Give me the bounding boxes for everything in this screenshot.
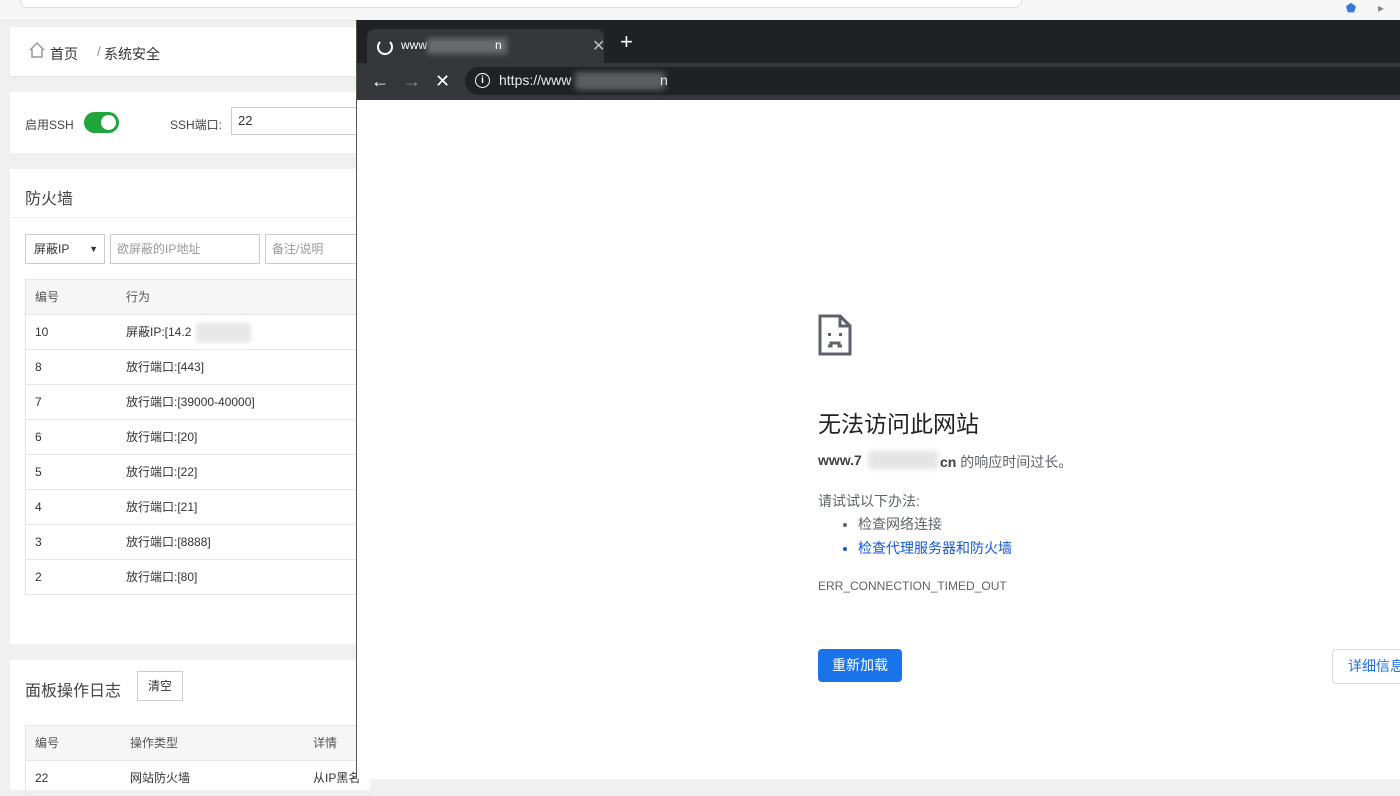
- ssh-toggle[interactable]: [84, 112, 119, 133]
- breadcrumb-current: 系统安全: [104, 46, 160, 62]
- row-detail: 从IP黑名: [313, 771, 361, 785]
- new-tab-icon[interactable]: +: [620, 31, 633, 53]
- suggestion-check-network: 检查网络连接: [858, 512, 1012, 536]
- browser-window: www n ✕ + ← → ✕ i https://www n 无法访问此网站 …: [356, 20, 1400, 779]
- column-header: 详情: [313, 736, 338, 750]
- firewall-type-select[interactable]: 屏蔽IP ▼: [25, 234, 105, 264]
- stop-loading-icon[interactable]: ✕: [435, 69, 450, 93]
- ssh-settings: 启用SSH SSH端口: 22: [10, 92, 391, 153]
- tab-title: www: [401, 38, 427, 52]
- row-id: 10: [35, 325, 49, 339]
- table-header: 编号 行为: [26, 280, 371, 315]
- close-tab-icon[interactable]: ✕: [592, 36, 605, 56]
- row-id: 7: [35, 395, 42, 409]
- row-action: 放行端口:[80]: [126, 570, 198, 584]
- back-arrow-icon[interactable]: ←: [371, 69, 389, 93]
- extension-icon[interactable]: ⬟: [1344, 1, 1358, 15]
- row-action: 放行端口:[39000-40000]: [126, 395, 255, 409]
- row-action: 放行端口:[20]: [126, 430, 198, 444]
- table-row: 22 网站防火墙 从IP黑名: [26, 761, 371, 795]
- row-id: 2: [35, 570, 42, 584]
- address-bar[interactable]: i https://www n: [465, 67, 1400, 95]
- error-message: 的响应时间过长。: [956, 454, 1073, 470]
- browser-tab[interactable]: www n ✕: [367, 29, 605, 63]
- row-id: 4: [35, 500, 42, 514]
- error-host: www.7: [818, 452, 862, 468]
- reload-button[interactable]: 重新加载: [818, 649, 902, 682]
- suggestion-check-proxy-link[interactable]: 检查代理服务器和防火墙: [858, 536, 1012, 560]
- tab-strip: www n ✕ +: [357, 20, 1400, 63]
- table-row: 8 放行端口:[443]: [26, 350, 371, 385]
- redaction-blur: [868, 451, 938, 469]
- chevron-down-icon: ▼: [89, 244, 98, 254]
- block-ip-input[interactable]: 欲屏蔽的IP地址: [110, 234, 260, 264]
- error-host-line: www.7: [818, 452, 862, 468]
- row-action: 放行端口:[22]: [126, 465, 198, 479]
- breadcrumb-home[interactable]: 首页: [50, 44, 78, 64]
- column-header: 操作类型: [130, 736, 179, 750]
- firewall-title: 防火墙: [25, 191, 74, 208]
- table-row: 3 放行端口:[8888]: [26, 525, 371, 560]
- breadcrumb-separator: /: [97, 43, 101, 59]
- row-action: 放行端口:[8888]: [126, 535, 211, 549]
- table-row: 4 放行端口:[21]: [26, 490, 371, 525]
- loading-spinner-icon: [377, 39, 393, 55]
- redaction-blur: [196, 323, 251, 343]
- row-id: 22: [35, 771, 49, 785]
- row-id: 6: [35, 430, 42, 444]
- table-row: 5 放行端口:[22]: [26, 455, 371, 490]
- try-label: 请试试以下办法:: [818, 493, 920, 509]
- error-code: ERR_CONNECTION_TIMED_OUT: [818, 579, 1007, 593]
- log-title: 面板操作日志: [25, 683, 122, 700]
- table-row: 7 放行端口:[39000-40000]: [26, 385, 371, 420]
- column-header: 行为: [126, 290, 151, 304]
- breadcrumb: 首页 / 系统安全: [10, 27, 370, 76]
- error-host-suffix: cn: [940, 454, 957, 470]
- row-type: 网站防火墙: [130, 771, 191, 785]
- row-id: 5: [35, 465, 42, 479]
- operation-log-card: 面板操作日志 清空 编号 操作类型 详情 22 网站防火墙 从IP黑名: [10, 660, 371, 796]
- url-text-suffix: n: [660, 72, 668, 88]
- cursor-icon: ▸: [1377, 1, 1385, 15]
- suggestion-list: 检查网络连接 检查代理服务器和防火墙: [818, 512, 1012, 560]
- tab-title-suffix: n: [495, 38, 502, 52]
- browser-toolbar: ← → ✕ i https://www n: [357, 63, 1400, 100]
- column-header: 编号: [35, 736, 60, 750]
- ssh-enable-label: 启用SSH: [25, 118, 74, 132]
- table-header: 编号 操作类型 详情: [26, 726, 371, 761]
- sad-document-icon: [818, 314, 852, 356]
- error-title: 无法访问此网站: [818, 411, 979, 437]
- error-page: 无法访问此网站 www.7 cn 的响应时间过长。 请试试以下办法: 检查网络连…: [357, 100, 1400, 779]
- toggle-knob: [101, 115, 116, 130]
- divider: [10, 217, 370, 218]
- log-table: 编号 操作类型 详情 22 网站防火墙 从IP黑名: [25, 725, 371, 796]
- row-id: 3: [35, 535, 42, 549]
- info-icon[interactable]: i: [475, 73, 490, 88]
- redaction-blur: [575, 72, 665, 90]
- firewall-card: 防火墙 屏蔽IP ▼ 欲屏蔽的IP地址 备注/说明 编号 行为 10 屏蔽IP:…: [10, 169, 385, 644]
- row-action: 放行端口:[21]: [126, 500, 198, 514]
- table-row: 2 放行端口:[80]: [26, 560, 371, 594]
- row-action: 屏蔽IP:[14.2: [126, 325, 192, 339]
- outer-browser-strip: ⬟ ▸: [0, 0, 1400, 21]
- column-header: 编号: [35, 290, 60, 304]
- clear-log-button[interactable]: 清空: [137, 671, 183, 701]
- url-text: https://www: [499, 72, 572, 88]
- table-row: 10 屏蔽IP:[14.2: [26, 315, 371, 350]
- row-action: 放行端口:[443]: [126, 360, 205, 374]
- ssh-port-label: SSH端口:: [170, 118, 223, 132]
- forward-arrow-icon[interactable]: →: [403, 69, 421, 93]
- firewall-table: 编号 行为 10 屏蔽IP:[14.2 8 放行端口:[443] 7 放行端口:…: [25, 279, 371, 595]
- select-value: 屏蔽IP: [34, 242, 70, 256]
- outer-address-bar[interactable]: [20, 0, 1022, 8]
- row-id: 8: [35, 360, 42, 374]
- details-button[interactable]: 详细信息: [1332, 649, 1400, 684]
- error-host-message: cn 的响应时间过长。: [940, 452, 1072, 472]
- home-icon[interactable]: [28, 41, 46, 59]
- table-row: 6 放行端口:[20]: [26, 420, 371, 455]
